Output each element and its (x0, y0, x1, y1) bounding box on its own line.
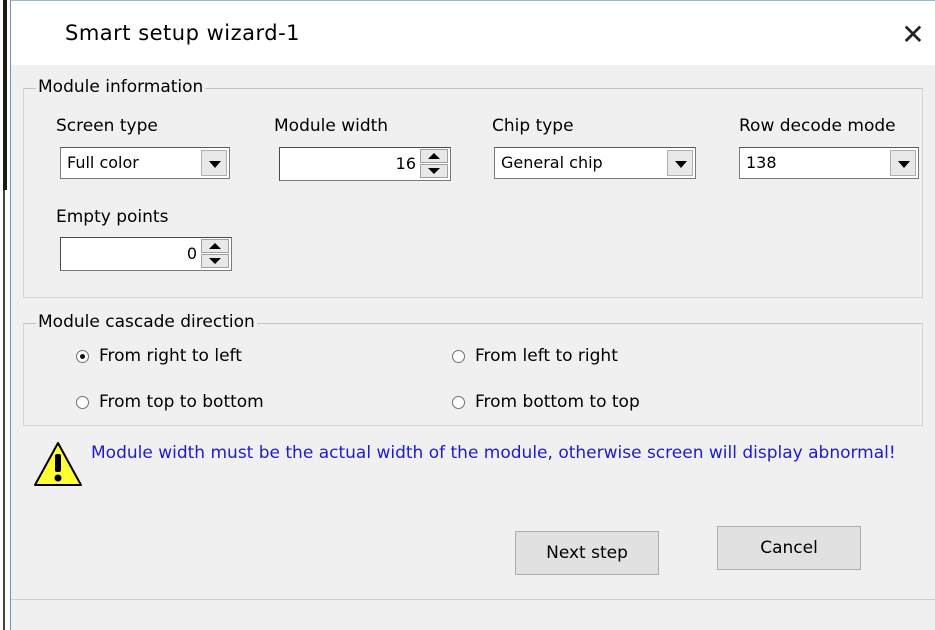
spin-down-icon[interactable] (201, 254, 229, 268)
chip-type-value: General chip (501, 153, 603, 172)
chip-type-select[interactable]: General chip (494, 147, 696, 179)
empty-points-value: 0 (186, 244, 197, 263)
cancel-button[interactable]: Cancel (717, 526, 861, 570)
next-step-button[interactable]: Next step (515, 531, 659, 575)
spin-up-icon[interactable] (420, 149, 448, 163)
chevron-down-icon[interactable] (201, 150, 227, 176)
warning-message: Module width must be the actual width of… (91, 443, 896, 463)
close-icon[interactable]: ✕ (895, 17, 931, 53)
cascade-direction-group: Module cascade direction From right to l… (23, 312, 923, 426)
module-information-legend: Module information (36, 77, 206, 97)
radio-button[interactable] (76, 395, 89, 409)
radio-bottom-to-top[interactable]: From bottom to top (452, 392, 640, 412)
radio-label: From left to right (475, 346, 618, 366)
row-decode-label: Row decode mode (739, 116, 896, 136)
title-bar: Smart setup wizard-1 ✕ (11, 1, 935, 65)
screen-type-select[interactable]: Full color (60, 147, 230, 179)
spin-up-icon[interactable] (201, 239, 229, 253)
radio-button[interactable] (452, 395, 465, 409)
radio-label: From right to left (99, 346, 242, 366)
smart-setup-dialog: Smart setup wizard-1 ✕ Module informatio… (10, 0, 935, 630)
status-bar-divider (11, 599, 935, 600)
screen-type-value: Full color (67, 153, 139, 172)
chevron-down-icon[interactable] (890, 150, 916, 176)
chevron-down-icon[interactable] (667, 150, 693, 176)
radio-label: From bottom to top (475, 392, 640, 412)
module-width-value: 16 (395, 154, 416, 173)
radio-button[interactable] (76, 349, 89, 363)
module-information-group: Module information Screen type Full colo… (23, 77, 923, 298)
radio-left-to-right[interactable]: From left to right (452, 346, 618, 366)
empty-points-stepper[interactable]: 0 (60, 237, 232, 271)
radio-right-to-left[interactable]: From right to left (76, 346, 242, 366)
cascade-direction-legend: Module cascade direction (36, 312, 257, 332)
module-width-label: Module width (274, 116, 389, 136)
module-width-stepper[interactable]: 16 (279, 147, 451, 181)
empty-points-label: Empty points (56, 207, 169, 227)
radio-label: From top to bottom (99, 392, 264, 412)
row-decode-value: 138 (746, 153, 777, 172)
row-decode-select[interactable]: 138 (739, 147, 919, 179)
chip-type-label: Chip type (492, 116, 574, 136)
window-title: Smart setup wizard-1 (65, 21, 301, 45)
spin-down-icon[interactable] (420, 164, 448, 178)
screen-type-label: Screen type (56, 116, 158, 136)
background-window-edge (0, 0, 10, 630)
radio-button[interactable] (452, 349, 465, 363)
warning-icon (34, 442, 82, 486)
radio-top-to-bottom[interactable]: From top to bottom (76, 392, 264, 412)
